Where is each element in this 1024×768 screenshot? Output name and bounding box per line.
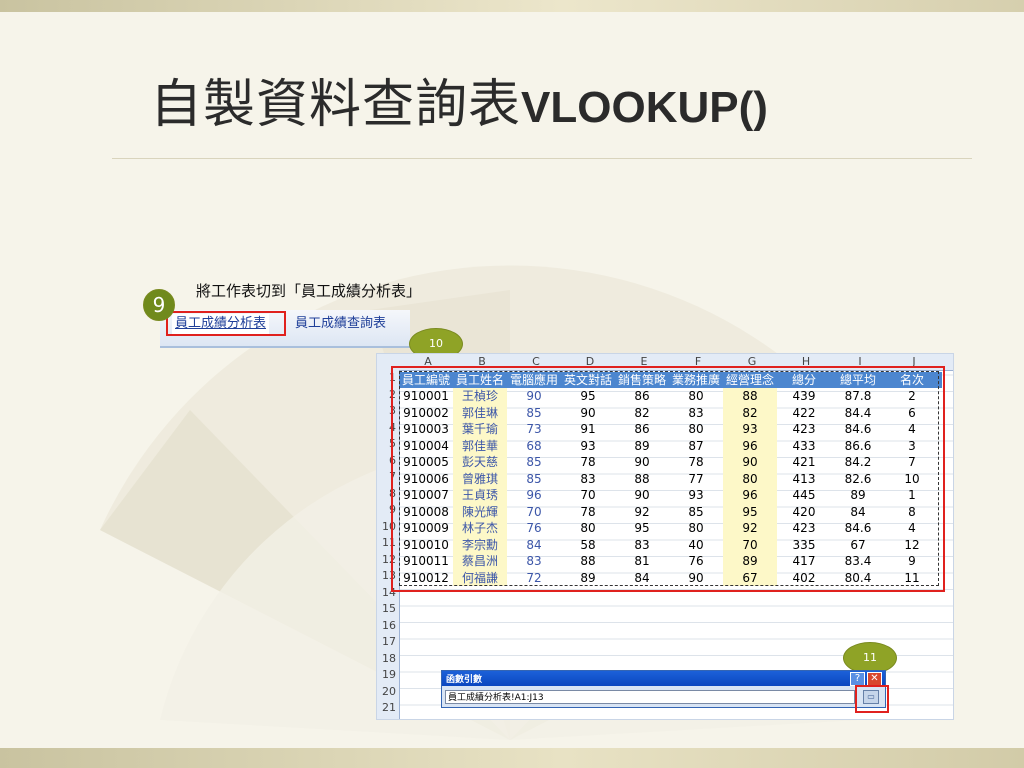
instruction-text: 將工作表切到「員工成績分析表」: [196, 282, 422, 300]
slide-title-cjk: 自製資料查詢表: [150, 75, 522, 135]
top-decor-bar: [0, 0, 1024, 12]
range-highlight-box: [391, 366, 945, 592]
row-header[interactable]: 19: [377, 667, 399, 684]
row-header[interactable]: 18: [377, 651, 399, 668]
function-arguments-dialog: 函數引數 ? ✕ 員工成績分析表!A1:J13 ▭: [441, 670, 886, 708]
row-header[interactable]: 20: [377, 684, 399, 701]
step-9-badge: 9: [143, 289, 175, 321]
title-divider: [112, 158, 972, 159]
help-button[interactable]: ?: [850, 672, 865, 686]
row-header[interactable]: 15: [377, 601, 399, 618]
row-header[interactable]: 16: [377, 618, 399, 635]
tab-highlight-box: [166, 311, 286, 336]
dialog-title: 函數引數: [446, 675, 483, 685]
slide-title: 自製資料查詢表VLOOKUP(): [150, 62, 768, 137]
close-button[interactable]: ✕: [867, 672, 882, 686]
row-header[interactable]: 21: [377, 700, 399, 717]
button-highlight-box: [855, 685, 889, 713]
tab-query-sheet[interactable]: 員工成績查詢表: [292, 314, 389, 334]
slide-title-latin: VLOOKUP(): [521, 83, 768, 132]
range-reference-input[interactable]: 員工成績分析表!A1:J13: [445, 690, 855, 704]
bottom-decor-bar: [0, 748, 1024, 768]
row-header[interactable]: 17: [377, 634, 399, 651]
dialog-title-bar: 函數引數: [442, 671, 885, 686]
